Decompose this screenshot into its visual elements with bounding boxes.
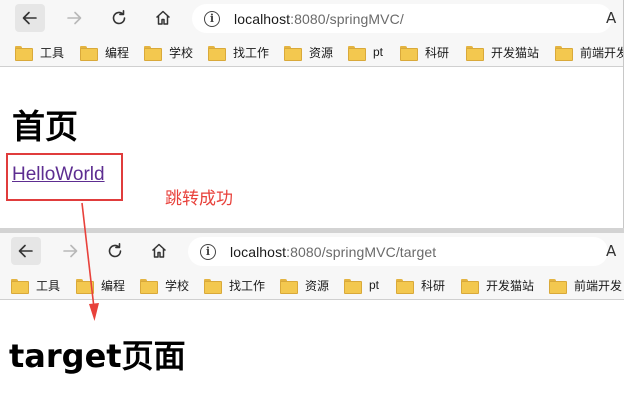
bookmark-folder[interactable]: 科研 (400, 43, 449, 61)
bookmark-label: pt (369, 278, 380, 292)
bookmark-folder[interactable]: 前端开发 (555, 43, 623, 61)
bookmark-folder[interactable]: 找工作 (204, 276, 265, 294)
folder-icon (400, 45, 418, 61)
bookmark-folder[interactable]: 工具 (15, 43, 64, 61)
bookmark-label: 前端开发 (580, 45, 623, 60)
refresh-button[interactable] (100, 237, 130, 265)
annotation-label: 跳转成功 (165, 189, 233, 209)
browser-toolbar: i localhost:8080/springMVC/ A (0, 0, 623, 37)
back-button[interactable] (11, 237, 41, 265)
info-icon[interactable]: i (204, 10, 220, 27)
bookmark-label: 学校 (169, 45, 194, 60)
back-button[interactable] (15, 4, 45, 32)
address-bar[interactable]: i localhost:8080/springMVC/target (188, 237, 608, 266)
bookmark-folder[interactable]: 学校 (144, 43, 193, 61)
bookmark-folder[interactable]: 开发猫站 (466, 43, 539, 61)
bookmark-label: 开发猫站 (486, 278, 535, 293)
folder-icon (284, 45, 302, 61)
folder-icon (348, 45, 366, 61)
bookmark-folder[interactable]: 学校 (140, 276, 189, 294)
home-button[interactable] (144, 237, 174, 265)
bookmark-label: 工具 (36, 278, 61, 293)
refresh-icon (108, 243, 122, 258)
url-host: localhost (234, 10, 291, 27)
bookmark-folder[interactable]: 工具 (11, 276, 60, 294)
folder-icon (204, 278, 222, 294)
bookmark-label: 编程 (105, 45, 130, 60)
page-heading: target页面 (9, 337, 186, 375)
folder-icon (140, 278, 158, 294)
page-content: target页面 (0, 301, 624, 403)
address-bar[interactable]: i localhost:8080/springMVC/ (192, 4, 612, 33)
folder-icon (549, 278, 567, 294)
address-url[interactable]: localhost:8080/springMVC/target (230, 244, 436, 260)
read-aloud-icon: A (606, 9, 617, 27)
refresh-button[interactable] (104, 4, 134, 32)
bookmark-label: 科研 (425, 45, 450, 60)
folder-icon (11, 278, 29, 294)
bookmark-folder[interactable]: 编程 (80, 43, 129, 61)
forward-button[interactable] (59, 4, 89, 32)
bookmark-folder[interactable]: 资源 (280, 276, 329, 294)
bookmarks-bar: 工具 编程 学校 找工作 资源 pt 科研 开发猫站 前端开发 (0, 37, 623, 67)
info-icon[interactable]: i (200, 243, 216, 260)
folder-icon (555, 45, 573, 61)
home-icon (151, 243, 167, 258)
bookmark-folder[interactable]: 科研 (396, 276, 445, 294)
folder-icon (396, 278, 414, 294)
bookmarks-bar: 工具 编程 学校 找工作 资源 pt 科研 开发猫站 前端开发 (0, 270, 624, 300)
address-url[interactable]: localhost:8080/springMVC/ (234, 11, 404, 27)
home-button[interactable] (148, 4, 178, 32)
bookmark-label: 找工作 (229, 278, 266, 293)
page-content: 首页 HelloWorld (0, 68, 623, 228)
read-aloud-icon: A (606, 242, 617, 260)
url-path: :8080/springMVC/target (286, 243, 437, 260)
bookmark-folder[interactable]: pt (348, 43, 383, 61)
bookmark-label: 资源 (305, 278, 330, 293)
bookmark-label: 科研 (421, 278, 446, 293)
bookmark-label: 编程 (101, 278, 126, 293)
bookmark-label: 前端开发 (574, 278, 623, 293)
folder-icon (344, 278, 362, 294)
bookmark-label: 找工作 (233, 45, 270, 60)
url-path: :8080/springMVC/ (290, 10, 404, 27)
bookmark-folder[interactable]: 开发猫站 (461, 276, 534, 294)
arrow-left-icon (22, 11, 37, 25)
bookmark-label: 开发猫站 (491, 45, 540, 60)
folder-icon (208, 45, 226, 61)
bookmark-label: 资源 (309, 45, 334, 60)
read-aloud-button[interactable]: A (606, 242, 616, 260)
folder-icon (461, 278, 479, 294)
bookmark-folder[interactable]: 编程 (76, 276, 125, 294)
home-icon (155, 10, 171, 25)
browser-toolbar: i localhost:8080/springMVC/target A (0, 233, 624, 270)
folder-icon (15, 45, 33, 61)
bookmark-label: pt (373, 45, 384, 59)
arrow-right-icon (67, 11, 82, 25)
folder-icon (76, 278, 94, 294)
read-aloud-button[interactable]: A (606, 9, 616, 27)
folder-icon (80, 45, 98, 61)
bookmark-folder[interactable]: 资源 (284, 43, 333, 61)
refresh-icon (112, 10, 126, 25)
bookmark-folder[interactable]: 找工作 (208, 43, 269, 61)
folder-icon (466, 45, 484, 61)
browser-window-bottom: i localhost:8080/springMVC/target A 工具 编… (0, 233, 624, 403)
arrow-right-icon (63, 244, 78, 258)
bookmark-folder[interactable]: 前端开发 (549, 276, 622, 294)
url-host: localhost (230, 243, 287, 260)
folder-icon (144, 45, 162, 61)
highlight-box (6, 153, 123, 201)
folder-icon (280, 278, 298, 294)
page-heading: 首页 (12, 107, 78, 146)
bookmark-label: 学校 (165, 278, 190, 293)
forward-button[interactable] (55, 237, 85, 265)
bookmark-label: 工具 (40, 45, 65, 60)
bookmark-folder[interactable]: pt (344, 276, 379, 294)
arrow-left-icon (18, 244, 33, 258)
